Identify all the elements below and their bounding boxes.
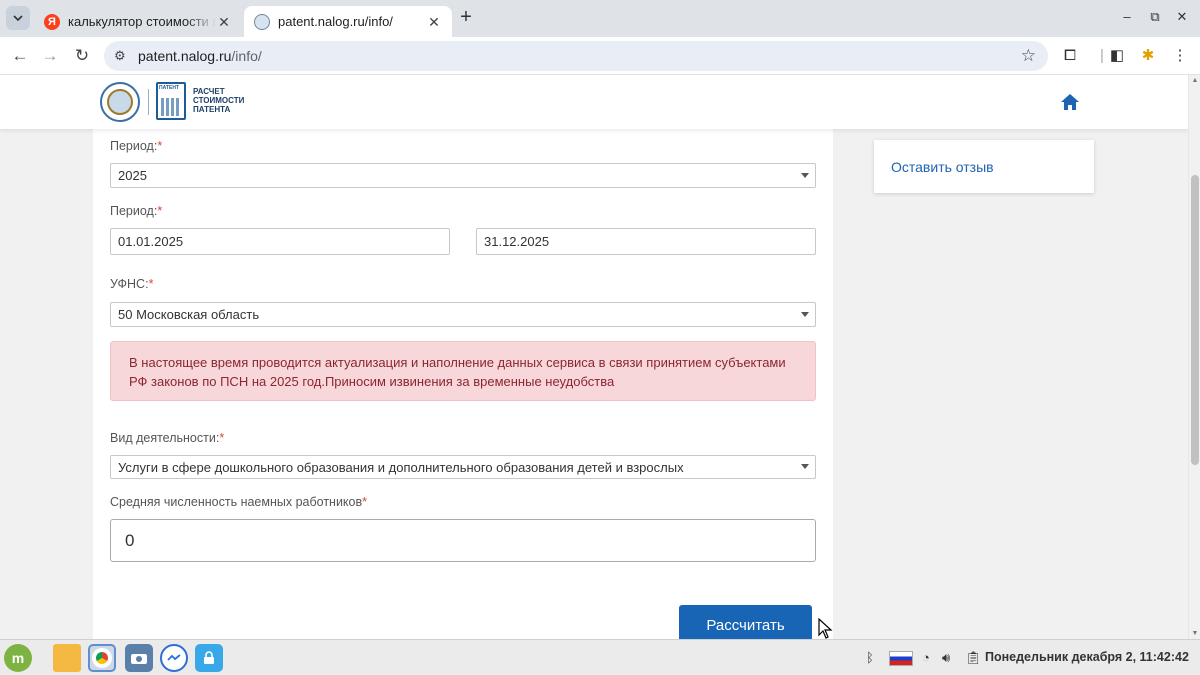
messenger-icon[interactable] (160, 644, 188, 672)
yandex-icon: Я (44, 13, 60, 30)
page-scrollbar[interactable]: ▲ ▼ (1188, 75, 1200, 639)
tab-yandex[interactable]: Я калькулятор стоимости па ✕ (34, 6, 242, 37)
menu-icon[interactable]: ⋮ (1170, 46, 1190, 66)
mouse-cursor-icon (818, 618, 833, 639)
patent-logo-icon[interactable]: ПАТЕНТ (156, 82, 186, 120)
reload-icon[interactable]: ↻ (70, 44, 94, 68)
activity-value: Услуги в сфере дошкольного образования и… (118, 459, 684, 475)
activity-label: Вид деятельности:* (110, 431, 225, 445)
feedback-link[interactable]: Оставить отзыв (891, 159, 994, 175)
date-from-input[interactable]: 01.01.2025 (110, 228, 450, 255)
url-text: patent.nalog.ru/info/ (138, 48, 262, 64)
calculate-button[interactable]: Рассчитать (679, 605, 812, 639)
tab-search-button[interactable] (6, 6, 30, 30)
period-range-label: Период:* (110, 204, 163, 218)
site-header: ПАТЕНТ РАСЧЕТ СТОИМОСТИ ПАТЕНТА (0, 75, 1188, 129)
date-to-input[interactable]: 31.12.2025 (476, 228, 816, 255)
profile-icon[interactable]: ✱ (1138, 46, 1158, 66)
dropdown-caret-icon (801, 464, 809, 469)
clipboard-icon[interactable]: 📋︎ (965, 650, 982, 666)
browser-toolbar: ← → ↻ ⚙ patent.nalog.ru/info/ ☆ ⧠ | ◧ ✱ … (0, 37, 1200, 75)
tab-patent[interactable]: patent.nalog.ru/info/ ✕ (244, 6, 452, 37)
period-year-select[interactable]: 2025 (110, 163, 816, 188)
vpn-icon[interactable] (195, 644, 223, 672)
close-icon[interactable]: ✕ (426, 14, 442, 30)
period-label: Период:* (110, 139, 163, 153)
activity-select[interactable]: Услуги в сфере дошкольного образования и… (110, 455, 816, 479)
dropdown-caret-icon (801, 172, 809, 178)
notice-alert: В настоящее время проводится актуализаци… (110, 341, 816, 401)
files-icon[interactable] (53, 644, 81, 672)
tab-title: калькулятор стоимости па (68, 14, 216, 29)
ufns-select[interactable]: 50 Московская область (110, 302, 816, 327)
bookmark-star-icon[interactable]: ☆ (1021, 46, 1036, 66)
scroll-up-icon[interactable]: ▲ (1191, 77, 1199, 84)
scroll-thumb[interactable] (1191, 175, 1199, 465)
back-icon[interactable]: ← (8, 44, 32, 68)
clock[interactable]: Понедельник декабря 2, 11:42:42 (985, 650, 1189, 664)
employees-label: Средняя численность наемных работников* (110, 495, 368, 509)
feedback-card: Оставить отзыв (874, 140, 1094, 193)
screenshot-icon[interactable] (125, 644, 153, 672)
dropdown-caret-icon (801, 311, 809, 317)
close-icon[interactable]: ✕ (216, 14, 232, 30)
minimize-icon[interactable]: – (1118, 9, 1136, 24)
wifi-icon[interactable]: ◔ (922, 650, 930, 665)
chrome-icon[interactable] (88, 644, 116, 672)
forward-icon[interactable]: → (38, 44, 62, 68)
tab-title: patent.nalog.ru/info/ (278, 14, 393, 29)
header-divider (148, 89, 149, 115)
os-taskbar: m ᛒ ◔ 🔊︎ 📋︎ Понедельник декабря 2, 11:42… (0, 639, 1200, 675)
period-year-value: 2025 (118, 168, 147, 183)
site-brand[interactable]: РАСЧЕТ СТОИМОСТИ ПАТЕНТА (193, 87, 244, 114)
address-bar[interactable]: ⚙ patent.nalog.ru/info/ ☆ (104, 41, 1048, 71)
keyboard-layout-flag-icon[interactable] (889, 651, 913, 666)
page-viewport: ПАТЕНТ РАСЧЕТ СТОИМОСТИ ПАТЕНТА Оставить… (0, 75, 1188, 639)
side-panel-icon[interactable]: ◧ (1107, 46, 1127, 66)
fns-emblem-icon[interactable] (100, 82, 140, 122)
mint-menu-icon[interactable]: m (4, 644, 32, 672)
site-info-icon[interactable]: ⚙ (114, 48, 130, 64)
restore-icon[interactable]: ⧉ (1146, 9, 1164, 25)
window-close-icon[interactable]: ✕ (1173, 9, 1191, 25)
scroll-down-icon[interactable]: ▼ (1191, 630, 1199, 637)
chevron-down-icon (13, 15, 23, 21)
extensions-icon[interactable]: ⧠ (1060, 46, 1080, 66)
employees-input[interactable]: 0 (110, 519, 816, 562)
fns-icon (254, 13, 270, 30)
ufns-value: 50 Московская область (118, 307, 260, 322)
bluetooth-icon[interactable]: ᛒ (866, 650, 874, 665)
ufns-label: УФНС:* (110, 277, 154, 291)
new-tab-button[interactable]: + (455, 7, 477, 29)
tab-bar: Я калькулятор стоимости па ✕ patent.nalo… (0, 0, 1200, 37)
home-icon[interactable] (1060, 92, 1080, 112)
volume-icon[interactable]: 🔊︎ (942, 650, 950, 666)
